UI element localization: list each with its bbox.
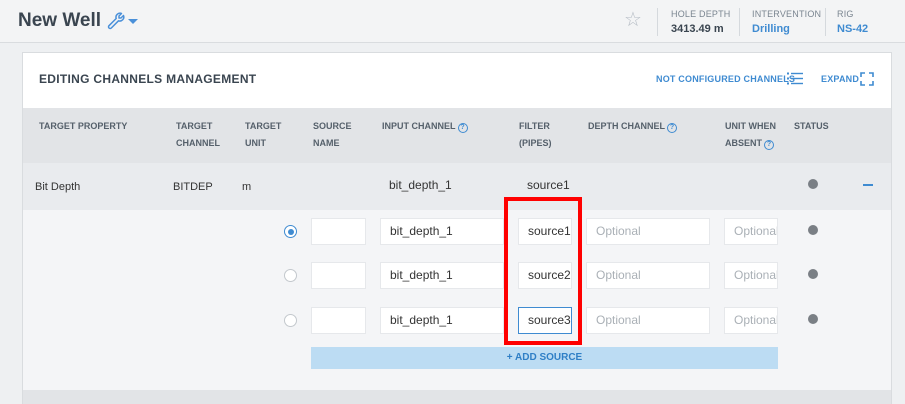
hole-depth-info: HOLE DEPTH 3413.49 m xyxy=(671,9,731,35)
target-property-cell: Bit Depth xyxy=(35,181,81,193)
hole-depth-label: HOLE DEPTH xyxy=(671,9,731,19)
unit-absent-input[interactable]: Optional xyxy=(724,307,778,334)
status-indicator xyxy=(808,225,818,235)
rig-info: RIG NS-42 xyxy=(837,9,868,35)
collapse-icon[interactable] xyxy=(863,184,873,186)
hole-depth-value: 3413.49 m xyxy=(671,23,724,35)
source-name-input[interactable] xyxy=(311,218,366,245)
input-channel-cell: bit_depth_1 xyxy=(389,178,452,192)
intervention-info: INTERVENTION Drilling xyxy=(752,9,821,35)
divider xyxy=(739,8,740,36)
star-icon[interactable]: ☆ xyxy=(624,10,642,30)
depth-channel-input[interactable]: Optional xyxy=(586,307,710,334)
table-header: TARGET PROPERTY TARGET CHANNEL TARGET UNIT… xyxy=(23,108,891,163)
th-unit-when-absent: UNIT WHEN ABSENT? xyxy=(725,121,776,150)
intervention-label: INTERVENTION xyxy=(752,9,822,19)
target-unit-cell: m xyxy=(242,181,252,193)
source-radio[interactable] xyxy=(284,225,297,238)
input-channel-field[interactable]: bit_depth_1 xyxy=(380,262,504,289)
th-input-channel: INPUT CHANNEL? xyxy=(382,118,468,135)
unit-absent-input[interactable]: Optional xyxy=(724,218,778,245)
source-name-input[interactable] xyxy=(311,262,366,289)
top-bar: New Well ☆ HOLE DEPTH 3413.49 m INTERVEN… xyxy=(0,0,905,43)
th-filter: FILTER (PIPES) xyxy=(519,121,552,148)
th-target-property: TARGET PROPERTY xyxy=(39,121,128,131)
status-indicator xyxy=(808,269,818,279)
rig-value[interactable]: NS-42 xyxy=(837,23,868,35)
divider xyxy=(657,8,658,36)
table-footer xyxy=(23,390,891,404)
th-depth-channel: DEPTH CHANNEL? xyxy=(588,118,678,135)
highlight-box xyxy=(504,197,582,345)
help-icon[interactable]: ? xyxy=(667,123,678,133)
expand-link[interactable]: EXPAND xyxy=(821,74,859,84)
th-status: STATUS xyxy=(794,121,829,131)
well-title: New Well xyxy=(18,10,102,31)
rig-label: RIG xyxy=(837,9,854,19)
help-icon[interactable]: ? xyxy=(457,123,468,133)
intervention-value[interactable]: Drilling xyxy=(752,23,821,35)
status-indicator xyxy=(808,179,818,189)
depth-channel-input[interactable]: Optional xyxy=(586,262,710,289)
input-channel-field[interactable]: bit_depth_1 xyxy=(380,218,504,245)
source-name-input[interactable] xyxy=(311,307,366,334)
source-radio[interactable] xyxy=(284,269,297,282)
chevron-down-icon[interactable] xyxy=(128,19,138,24)
filter-cell: source1 xyxy=(527,178,570,192)
unit-absent-input[interactable]: Optional xyxy=(724,262,778,289)
source-radio[interactable] xyxy=(284,314,297,327)
wrench-icon[interactable] xyxy=(106,11,126,31)
depth-channel-input[interactable]: Optional xyxy=(586,218,710,245)
not-configured-channels-link[interactable]: NOT CONFIGURED CHANNELS xyxy=(656,74,795,84)
th-target-unit: TARGET UNIT xyxy=(245,121,282,148)
input-channel-field[interactable]: bit_depth_1 xyxy=(380,307,504,334)
channels-panel: EDITING CHANNELS MANAGEMENT NOT CONFIGUR… xyxy=(22,52,892,404)
th-source-name: SOURCE NAME xyxy=(313,121,352,148)
status-indicator xyxy=(808,314,818,324)
add-source-button[interactable]: + ADD SOURCE xyxy=(311,347,778,369)
help-icon[interactable]: ? xyxy=(764,140,775,150)
target-channel-cell: BITDEP xyxy=(173,181,213,193)
panel-title: EDITING CHANNELS MANAGEMENT xyxy=(39,72,257,86)
list-icon[interactable] xyxy=(787,72,803,85)
th-target-channel: TARGET CHANNEL xyxy=(176,121,220,148)
expand-icon[interactable] xyxy=(860,72,874,86)
divider xyxy=(825,8,826,36)
table-row[interactable] xyxy=(23,163,891,210)
